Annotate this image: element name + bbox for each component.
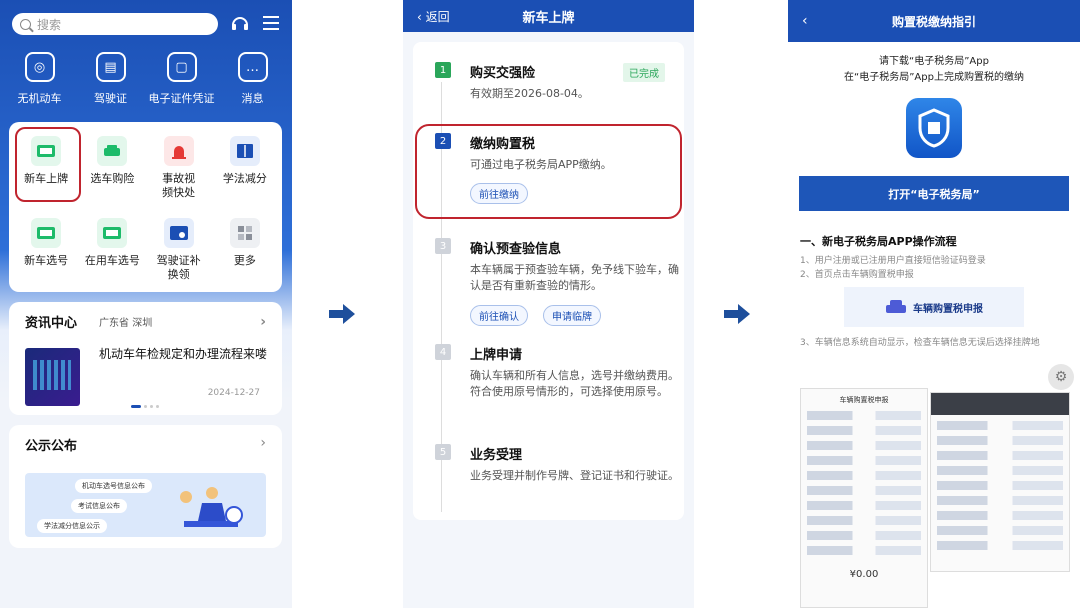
step-title: 业务受理 bbox=[470, 448, 523, 463]
notice-title: 公示公布 bbox=[25, 439, 78, 454]
headset-icon[interactable] bbox=[229, 13, 251, 35]
notice-pill: 学法减分信息公示 bbox=[37, 519, 107, 533]
amount-value: ¥0.00 bbox=[849, 569, 879, 580]
carousel-dots bbox=[131, 405, 159, 408]
highlight-new-plate bbox=[15, 127, 81, 202]
section-title: 一、新电子税务局APP操作流程 bbox=[800, 235, 957, 248]
intro-line-2: 在“电子税务局”App上完成购置税的缴纳 bbox=[844, 72, 1024, 83]
top-item-license[interactable]: ▤ 驾驶证 bbox=[76, 52, 146, 106]
news-card[interactable]: 资讯中心 广东省 深圳 › 机动车年检规定和办理流程来喽 2024-12-27 bbox=[9, 302, 282, 415]
status-badge: 已完成 bbox=[623, 63, 665, 82]
license-icon: ▤ bbox=[95, 52, 126, 82]
arrow-right-icon bbox=[724, 304, 750, 324]
more-grid-icon bbox=[229, 218, 260, 248]
news-headline[interactable]: 机动车年检规定和办理流程来喽 bbox=[99, 346, 269, 363]
grid-item-new-car-number[interactable]: 新车选号 bbox=[13, 210, 79, 292]
page-title: 购置税缴纳指引 bbox=[891, 14, 976, 29]
top-item-no-vehicle[interactable]: ◎ 无机动车 bbox=[5, 52, 75, 106]
step-desc: 本车辆属于预查验车辆，免予线下验车，确认是否有重新查验的情形。 bbox=[470, 263, 679, 292]
gear-icon[interactable]: ⚙ bbox=[1048, 364, 1074, 390]
open-tax-app-button[interactable]: 打开“电子税务局” bbox=[799, 176, 1069, 211]
grid-item-more[interactable]: 更多 bbox=[212, 210, 278, 292]
search-input[interactable]: 搜索 bbox=[12, 13, 218, 35]
ecert-icon: ▢ bbox=[166, 52, 197, 82]
step-title: 购买交强险 bbox=[470, 66, 536, 81]
tax-declaration-tile: 车辆购置税申报 bbox=[844, 287, 1024, 327]
news-thumbnail bbox=[25, 348, 80, 406]
siren-icon bbox=[163, 136, 194, 166]
grid-item-car-insurance[interactable]: 选车购险 bbox=[79, 128, 145, 210]
notice-pill: 机动车选号信息公布 bbox=[75, 479, 152, 493]
home-screen: 搜索 ◎ 无机动车 ▤ 驾驶证 ▢ 电子证件凭证 … 消息 新车上牌 选车购险 事故视频… bbox=[0, 0, 292, 608]
intro-line-1: 请下载“电子税务局”App bbox=[879, 56, 989, 67]
step-desc: 有效期至2026-08-04。 bbox=[470, 87, 589, 100]
step-desc: 业务受理并制作号牌、登记证书和行驶证。 bbox=[470, 469, 679, 482]
step-number: 3 bbox=[435, 238, 451, 254]
instruction-line: 1、用户注册或已注册用户直接短信验证码登录 bbox=[800, 256, 986, 266]
screenshot-region-select bbox=[930, 392, 1070, 572]
arrow-right-icon bbox=[329, 304, 355, 324]
tax-app-logo bbox=[906, 98, 962, 158]
chevron-right-icon[interactable]: › bbox=[260, 314, 266, 330]
top-item-ecert[interactable]: ▢ 电子证件凭证 bbox=[147, 52, 217, 106]
step-number: 5 bbox=[435, 444, 451, 460]
message-icon: … bbox=[237, 52, 268, 82]
grid-item-accident-video[interactable]: 事故视频快处 bbox=[146, 128, 212, 210]
car-insurance-icon bbox=[97, 136, 128, 166]
confirm-button[interactable]: 前往确认 bbox=[470, 305, 528, 326]
notice-card[interactable]: 公示公布 › 机动车选号信息公布 考试信息公布 学法减分信息公示 bbox=[9, 425, 282, 548]
temp-plate-button[interactable]: 申请临牌 bbox=[543, 305, 601, 326]
book-icon bbox=[229, 136, 260, 166]
car-icon bbox=[886, 300, 906, 313]
person-illustration bbox=[180, 487, 243, 527]
car-badge-icon: ◎ bbox=[24, 52, 55, 82]
step-number: 4 bbox=[435, 344, 451, 360]
top-item-message[interactable]: … 消息 bbox=[218, 52, 288, 106]
new-plate-screen: ‹ 返回 新车上牌 1 购买交强险 已完成 有效期至2026-08-04。 2 … bbox=[403, 0, 694, 608]
plate-select-icon bbox=[31, 218, 62, 248]
menu-icon[interactable] bbox=[261, 13, 281, 33]
news-title: 资讯中心 bbox=[25, 316, 78, 331]
search-placeholder: 搜索 bbox=[37, 17, 62, 32]
tax-guide-screen: ‹ 购置税缴纳指引 请下载“电子税务局”App 在“电子税务局”App上完成购置… bbox=[788, 0, 1080, 608]
screenshot-declaration: 车辆购置税申报 ¥0.00 bbox=[800, 388, 928, 608]
chevron-right-icon[interactable]: › bbox=[260, 435, 266, 451]
back-button[interactable]: ‹ 返回 bbox=[417, 8, 450, 25]
news-region: 广东省 深圳 bbox=[99, 318, 153, 329]
step-title: 上牌申请 bbox=[470, 348, 523, 363]
notice-pill: 考试信息公布 bbox=[71, 499, 127, 513]
step-number: 1 bbox=[435, 62, 451, 78]
search-icon bbox=[20, 18, 31, 30]
instruction-line: 3、车辆信息系统自动显示，检查车辆信息无误后选择挂牌地 bbox=[800, 338, 1040, 348]
step-title: 确认预查验信息 bbox=[470, 242, 562, 257]
grid-item-license-renew[interactable]: 驾驶证补换领 bbox=[146, 210, 212, 292]
grid-item-study-deduct[interactable]: 学法减分 bbox=[212, 128, 278, 210]
news-date: 2024-12-27 bbox=[207, 388, 260, 398]
plate-select-icon bbox=[97, 218, 128, 248]
steps-card: 1 购买交强险 已完成 有效期至2026-08-04。 2 缴纳购置税 可通过电… bbox=[413, 42, 684, 520]
back-button[interactable]: ‹ bbox=[802, 13, 808, 29]
step-desc: 确认车辆和所有人信息，选号并缴纳费用。符合使用原号情形的，可选择使用原号。 bbox=[470, 369, 679, 398]
license-renew-icon bbox=[163, 218, 194, 248]
grid-item-used-car-number[interactable]: 在用车选号 bbox=[79, 210, 145, 292]
instruction-line: 2、首页点击车辆购置税申报 bbox=[800, 270, 914, 280]
app-screenshots: 车辆购置税申报 ¥0.00 bbox=[800, 388, 1070, 608]
notice-banner[interactable]: 机动车选号信息公布 考试信息公布 学法减分信息公示 bbox=[25, 473, 266, 537]
highlight-pay-tax bbox=[415, 124, 682, 219]
